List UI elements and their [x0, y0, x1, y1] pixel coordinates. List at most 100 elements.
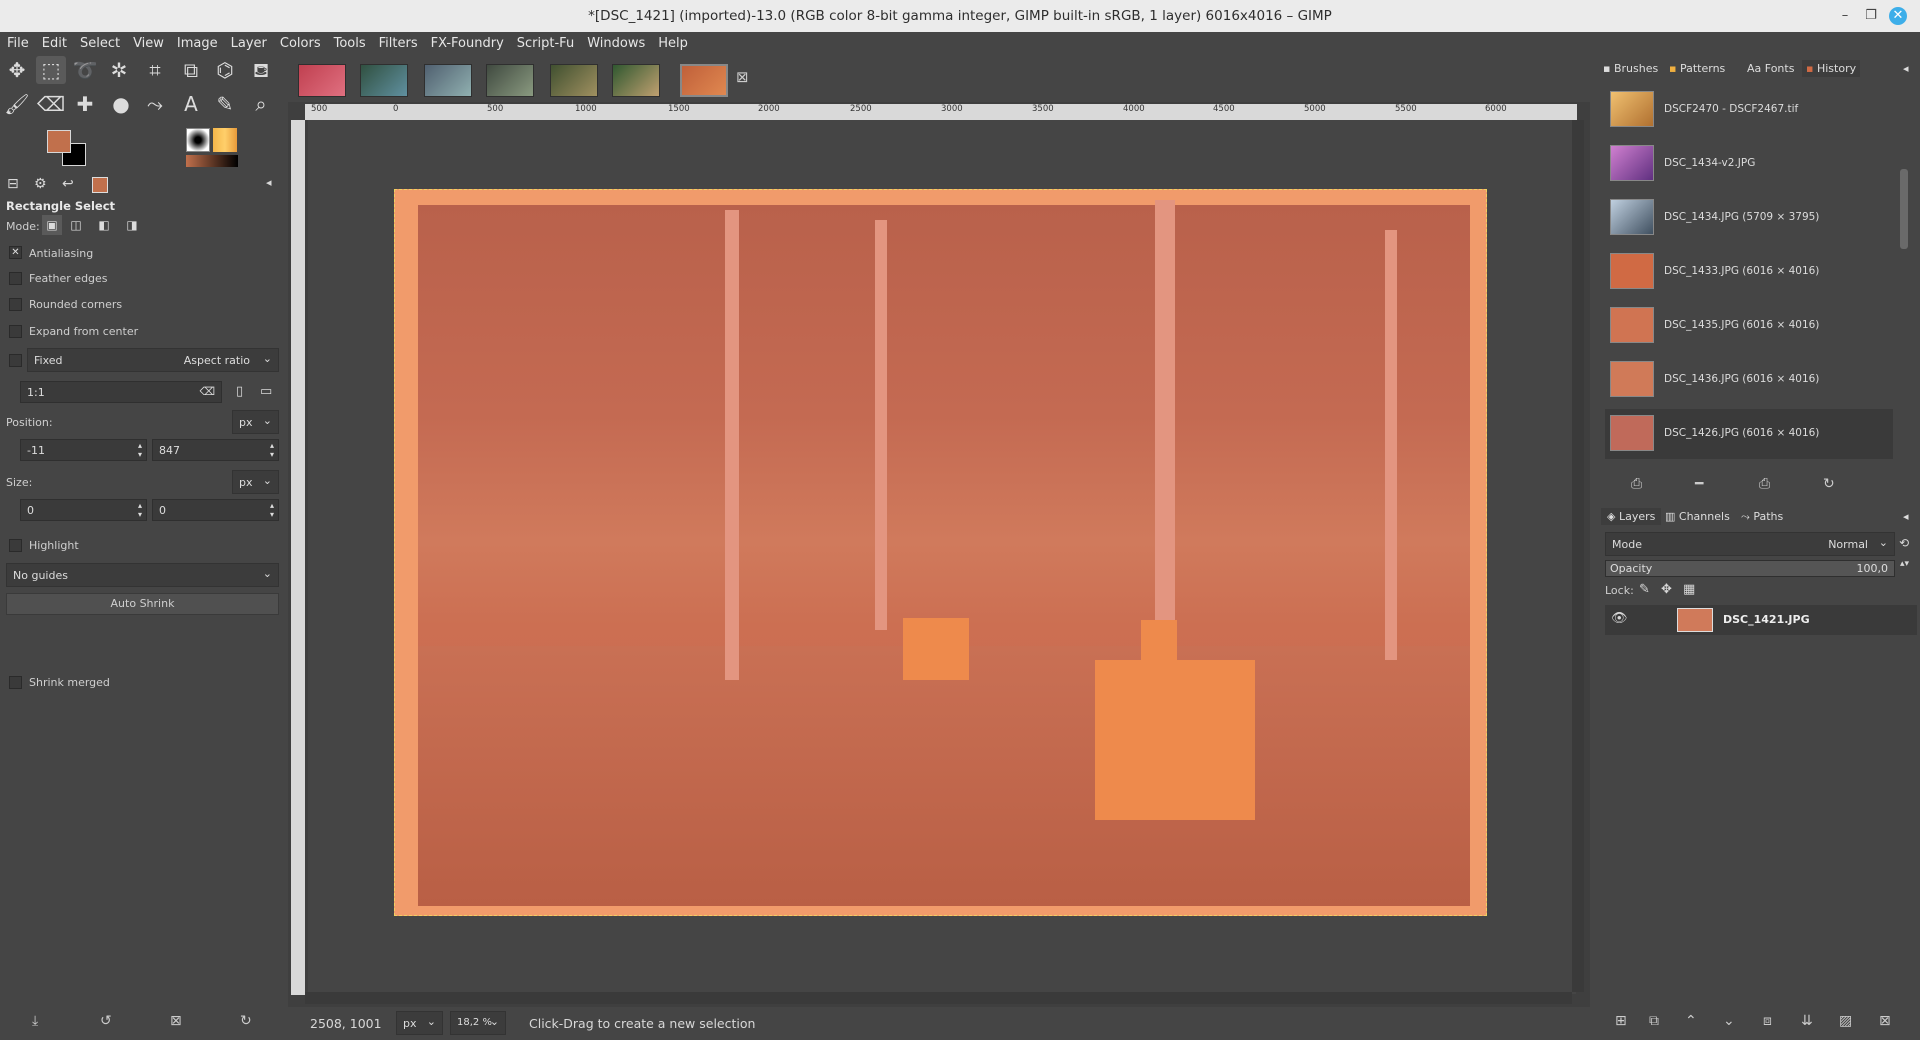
menu-edit[interactable]: Edit [35, 32, 73, 51]
menu-windows[interactable]: Windows [580, 32, 651, 51]
fuzzy-select-tool-icon[interactable]: ✲ [104, 56, 134, 84]
history-scrollbar[interactable] [1900, 169, 1908, 249]
switch-mode-icon[interactable]: ⟲ [1899, 536, 1909, 550]
gradient-preview[interactable] [186, 155, 238, 167]
antialiasing-checkbox[interactable]: ✕ [9, 246, 22, 259]
paintbrush-tool-icon[interactable]: 🖌 [2, 90, 32, 118]
vertical-ruler[interactable] [291, 120, 305, 995]
horizontal-scrollbar[interactable] [305, 992, 1572, 1004]
color-picker-tool-icon[interactable]: ✎ [210, 90, 240, 118]
patterns-tab[interactable]: ▪ Patterns [1669, 62, 1725, 75]
close-tab-icon[interactable]: ⊠ [736, 68, 749, 86]
new-layer-icon[interactable]: ⊞ [1615, 1013, 1627, 1029]
dodge-tool-icon[interactable]: ● [106, 90, 136, 118]
raise-layer-icon[interactable]: ⌃ [1685, 1013, 1697, 1029]
auto-shrink-button[interactable]: Auto Shrink [6, 593, 279, 615]
position-y-input[interactable]: 847 ▴ ▾ [152, 439, 279, 461]
unit-dropdown[interactable]: px ⌄ [396, 1011, 443, 1035]
history-item[interactable]: DSC_1435.JPG (6016 × 4016) [1605, 301, 1893, 351]
menu-colors[interactable]: Colors [273, 32, 327, 51]
zoom-dropdown[interactable]: 18,2 % ⌄ [450, 1011, 506, 1035]
pattern-preview[interactable] [213, 128, 237, 152]
spin-icon[interactable]: ▴▾ [270, 501, 274, 519]
device-status-tab-icon[interactable]: ⚙ [34, 176, 47, 192]
size-height-input[interactable]: 0 ▴ ▾ [152, 499, 279, 521]
portrait-icon[interactable]: ▯ [236, 384, 243, 399]
history-item[interactable]: DSC_1436.JPG (6016 × 4016) [1605, 355, 1893, 405]
foreground-color-swatch[interactable] [47, 130, 71, 153]
restore-options-icon[interactable]: ↺ [100, 1013, 112, 1029]
menu-script-fu[interactable]: Script-Fu [510, 32, 580, 51]
spin-icon[interactable]: ▴▾ [270, 441, 274, 459]
history-item-selected[interactable]: DSC_1426.JPG (6016 × 4016) [1605, 409, 1893, 459]
image-content[interactable] [394, 189, 1487, 916]
layer-mode-dropdown[interactable]: Mode Normal ⌄ [1605, 532, 1895, 556]
print-icon[interactable]: ⎙ [1759, 476, 1770, 492]
image-tab-thumbnail[interactable] [550, 64, 598, 97]
menu-file[interactable]: File [0, 32, 35, 51]
panel-menu-icon[interactable]: ◂ [266, 176, 272, 189]
remove-icon[interactable]: ━ [1695, 476, 1703, 492]
visibility-eye-icon[interactable]: 👁 [1611, 611, 1628, 626]
lasso-tool-icon[interactable]: ➰ [70, 56, 100, 84]
duplicate-layer-icon[interactable]: ⧈ [1763, 1013, 1772, 1029]
mode-subtract-icon[interactable]: ◧ [94, 215, 114, 235]
layer-row[interactable]: 👁 DSC_1421.JPG [1605, 605, 1917, 635]
feather-edges-checkbox[interactable] [9, 272, 22, 285]
menu-layer[interactable]: Layer [224, 32, 273, 51]
paths-tab[interactable]: ⤳ Paths [1741, 510, 1783, 524]
menu-fx-foundry[interactable]: FX-Foundry [424, 32, 510, 51]
image-tab-thumbnail[interactable] [360, 64, 408, 97]
lock-alpha-icon[interactable]: ▦ [1683, 582, 1695, 597]
heal-tool-icon[interactable]: ✚ [70, 90, 100, 118]
fixed-checkbox[interactable] [9, 354, 22, 367]
landscape-icon[interactable]: ▭ [260, 384, 272, 399]
delete-layer-icon[interactable]: ⊠ [1879, 1013, 1891, 1029]
history-item[interactable]: DSC_1434-v2.JPG [1605, 139, 1893, 189]
layers-tab[interactable]: ◈ Layers [1601, 508, 1662, 525]
position-unit-dropdown[interactable]: px ⌄ [232, 410, 279, 434]
zoom-tool-icon[interactable]: ⌕ [246, 90, 276, 118]
delete-options-icon[interactable]: ⊠ [170, 1013, 182, 1029]
brush-preview[interactable] [186, 128, 210, 152]
move-tool-icon[interactable]: ✥ [2, 56, 32, 84]
guides-dropdown[interactable]: No guides ⌄ [6, 563, 279, 587]
shrink-merged-checkbox[interactable] [9, 676, 22, 689]
rounded-corners-checkbox[interactable] [9, 298, 22, 311]
highlight-checkbox[interactable] [9, 539, 22, 552]
text-tool-icon[interactable]: A [176, 90, 206, 118]
history-tab[interactable]: ▪ History [1802, 60, 1861, 77]
rect-select-tool-icon[interactable]: ⬚ [36, 56, 66, 84]
save-options-icon[interactable]: ⤓ [32, 1013, 38, 1029]
mode-replace-icon[interactable]: ▣ [42, 215, 62, 235]
menu-filters[interactable]: Filters [372, 32, 424, 51]
layer-mask-icon[interactable]: ▨ [1839, 1013, 1852, 1029]
expand-from-center-checkbox[interactable] [9, 325, 22, 338]
mode-add-icon[interactable]: ◫ [66, 215, 86, 235]
clear-icon[interactable]: ⌫ [199, 385, 215, 398]
image-tab-thumbnail[interactable] [298, 64, 346, 97]
transform-tool-icon[interactable]: ⧉ [176, 56, 206, 84]
size-unit-dropdown[interactable]: px ⌄ [232, 470, 279, 494]
image-tab-thumbnail[interactable] [612, 64, 660, 97]
brushes-tab[interactable]: ▪ Brushes [1603, 62, 1658, 75]
image-tab-thumbnail[interactable] [424, 64, 472, 97]
size-width-input[interactable]: 0 ▴ ▾ [20, 499, 147, 521]
eraser-tool-icon[interactable]: ⌫ [36, 90, 66, 118]
history-item[interactable]: DSC_1433.JPG (6016 × 4016) [1605, 247, 1893, 297]
menu-view[interactable]: View [126, 32, 170, 51]
channels-tab[interactable]: ▥ Channels [1665, 510, 1730, 523]
menu-select[interactable]: Select [73, 32, 126, 51]
mode-intersect-icon[interactable]: ◨ [122, 215, 142, 235]
close-icon[interactable]: ✕ [1889, 7, 1907, 25]
spin-icon[interactable]: ▴▾ [138, 501, 142, 519]
new-layer-group-icon[interactable]: ⧉ [1649, 1013, 1659, 1029]
menu-help[interactable]: Help [651, 32, 694, 51]
panel-menu-icon[interactable]: ◂ [1903, 510, 1909, 523]
fixed-dropdown[interactable]: Fixed Aspect ratio ⌄ [27, 348, 279, 372]
warp-tool-icon[interactable]: ⌬ [210, 56, 240, 84]
opacity-slider[interactable]: Opacity 100,0 [1605, 560, 1895, 577]
panel-menu-icon[interactable]: ◂ [1903, 62, 1909, 75]
image-tab-thumbnail-active[interactable] [680, 64, 728, 97]
position-x-input[interactable]: -11 ▴ ▾ [20, 439, 147, 461]
